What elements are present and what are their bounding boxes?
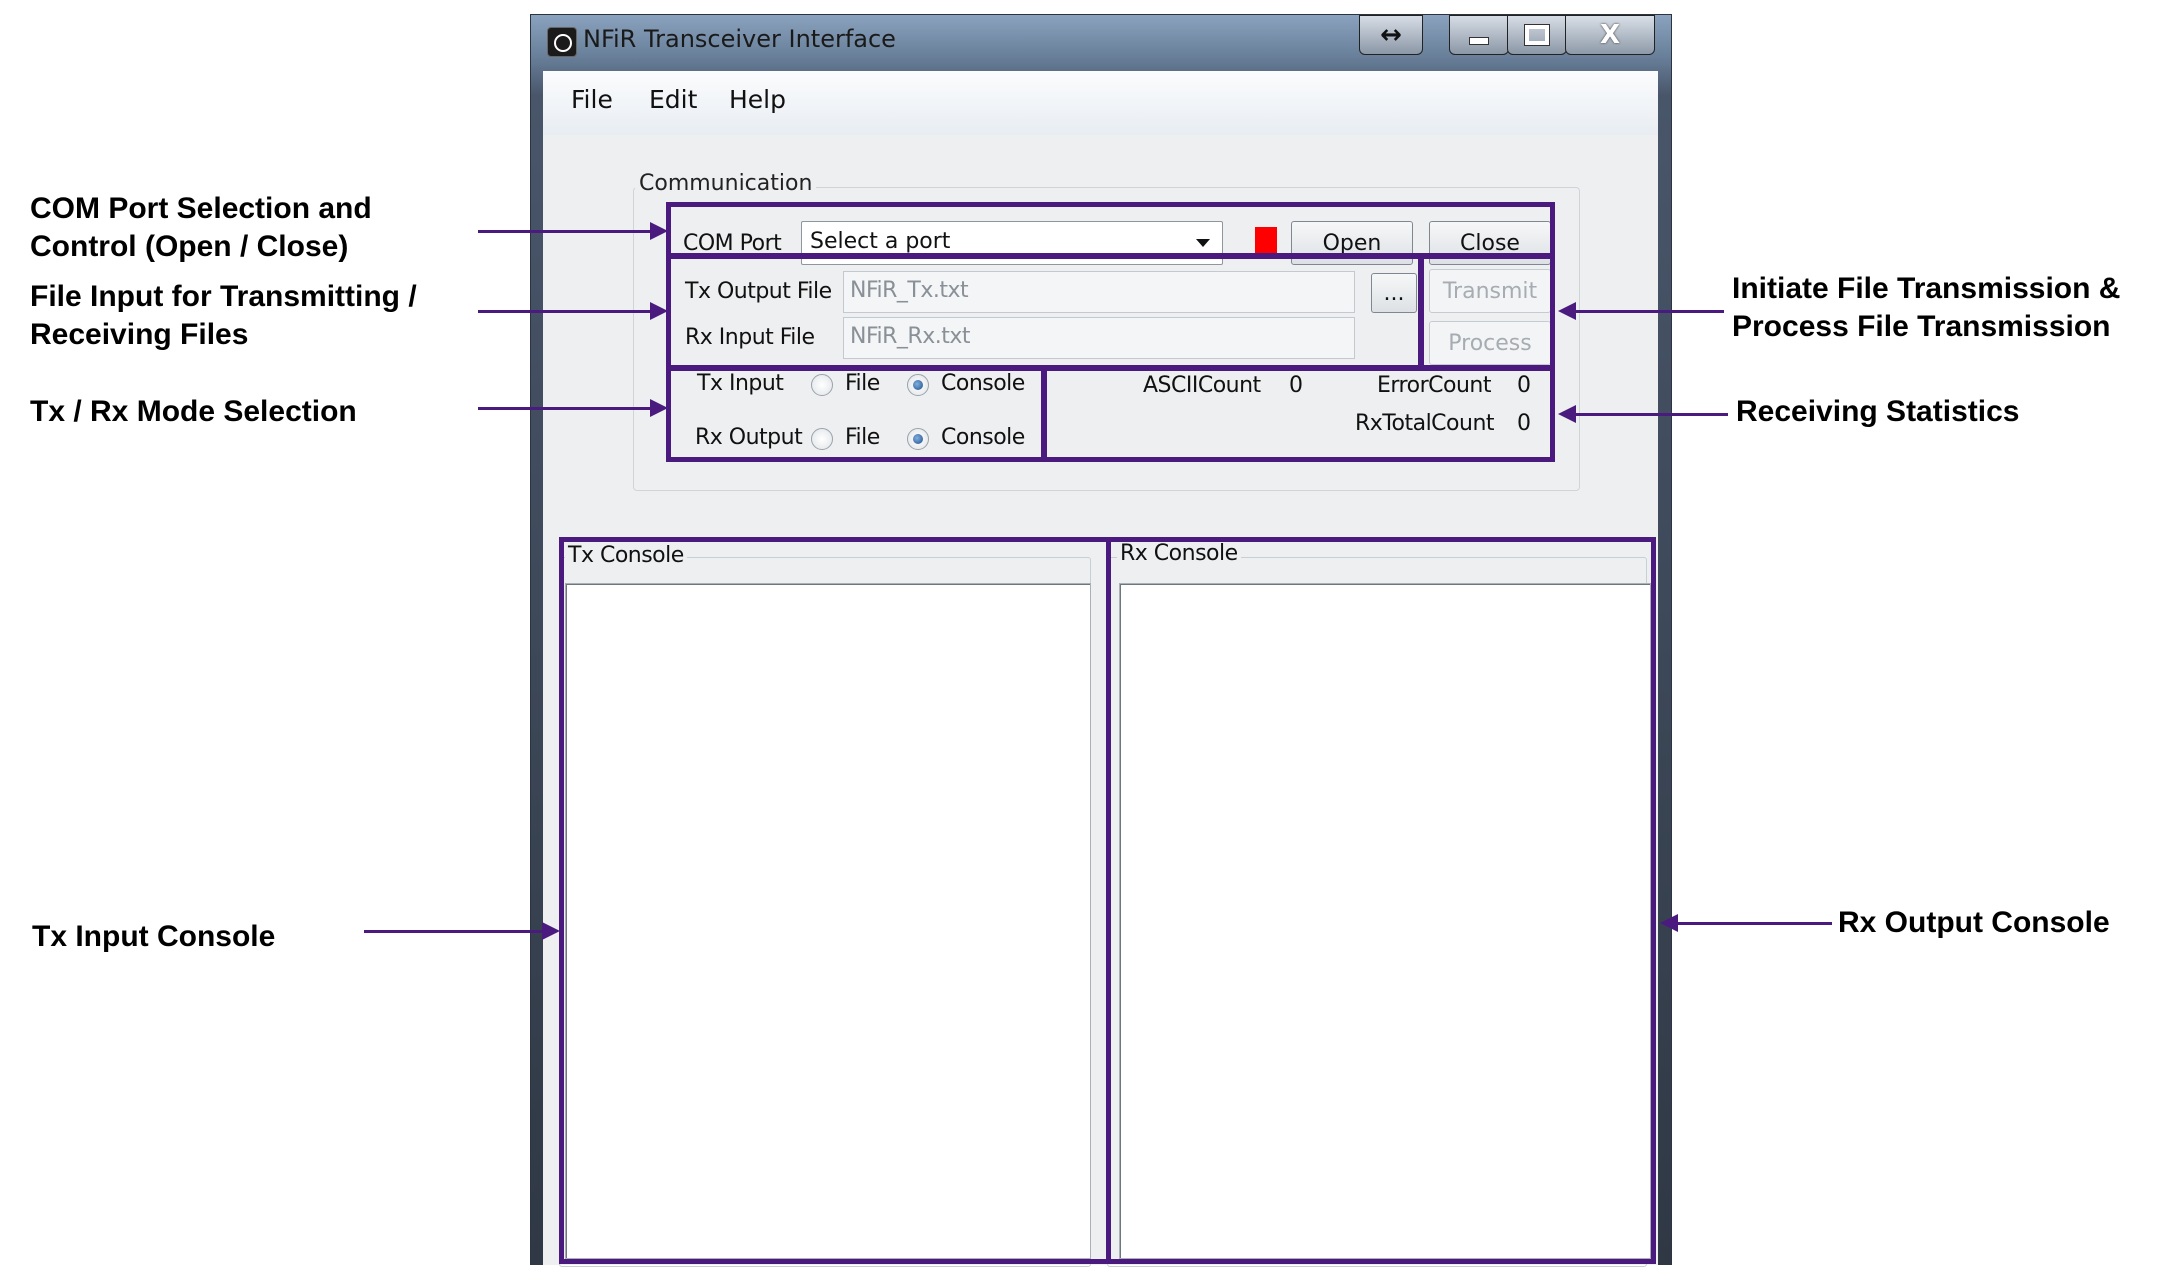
menu-edit[interactable]: Edit — [649, 85, 697, 114]
com-port-annotation: COM Port Selection and Control (Open / C… — [30, 190, 372, 266]
file-input-highlight — [666, 254, 1423, 370]
rx-console-highlight — [1106, 537, 1656, 1264]
file-input-annotation-line2: Receiving Files — [30, 318, 249, 351]
horizontal-arrows-icon: ↔ — [1380, 20, 1402, 50]
arrow-right-icon — [650, 222, 668, 240]
minimize-icon — [1469, 37, 1489, 45]
tx-console-highlight — [559, 537, 1111, 1264]
rx-console-arrow — [1676, 922, 1832, 925]
menu-file[interactable]: File — [571, 85, 613, 114]
tx-console-arrow — [364, 930, 544, 933]
file-input-annotation-line1: File Input for Transmitting / — [30, 280, 417, 313]
arrow-right-icon — [650, 302, 668, 320]
app-icon — [547, 27, 577, 57]
initiate-annotation-line1: Initiate File Transmission & — [1732, 272, 2121, 305]
arrow-right-icon — [542, 922, 560, 940]
arrow-right-icon — [650, 399, 668, 417]
restore-size-button[interactable]: ↔ — [1359, 15, 1423, 55]
initiate-arrow — [1574, 310, 1724, 313]
stats-annotation: Receiving Statistics — [1736, 395, 2020, 428]
file-input-annotation: File Input for Transmitting / Receiving … — [30, 278, 417, 354]
com-port-arrow — [478, 230, 652, 233]
maximize-button[interactable] — [1507, 15, 1567, 55]
com-port-annotation-line2: Control (Open / Close) — [30, 230, 349, 263]
initiate-annotation: Initiate File Transmission & Process Fil… — [1732, 270, 2120, 346]
file-input-arrow — [478, 310, 652, 313]
rx-console-annotation: Rx Output Console — [1838, 906, 2110, 939]
close-window-button[interactable]: X — [1565, 15, 1655, 55]
minimize-button[interactable] — [1449, 15, 1509, 55]
transmit-process-highlight — [1419, 254, 1555, 370]
communication-legend: Communication — [635, 171, 817, 196]
tx-console-annotation: Tx Input Console — [32, 920, 276, 953]
stats-arrow — [1574, 413, 1728, 416]
com-port-annotation-line1: COM Port Selection and — [30, 192, 372, 225]
window-title: NFiR Transceiver Interface — [583, 25, 896, 53]
mode-arrow — [478, 407, 652, 410]
close-icon: X — [1599, 20, 1621, 50]
maximize-icon — [1524, 24, 1550, 46]
com-port-highlight — [666, 202, 1555, 258]
menu-bar: File Edit Help — [543, 71, 1658, 135]
initiate-annotation-line2: Process File Transmission — [1732, 310, 2111, 343]
menu-help[interactable]: Help — [729, 85, 786, 114]
mode-selection-highlight — [666, 366, 1046, 462]
statistics-highlight — [1042, 366, 1555, 462]
mode-annotation: Tx / Rx Mode Selection — [30, 395, 357, 428]
